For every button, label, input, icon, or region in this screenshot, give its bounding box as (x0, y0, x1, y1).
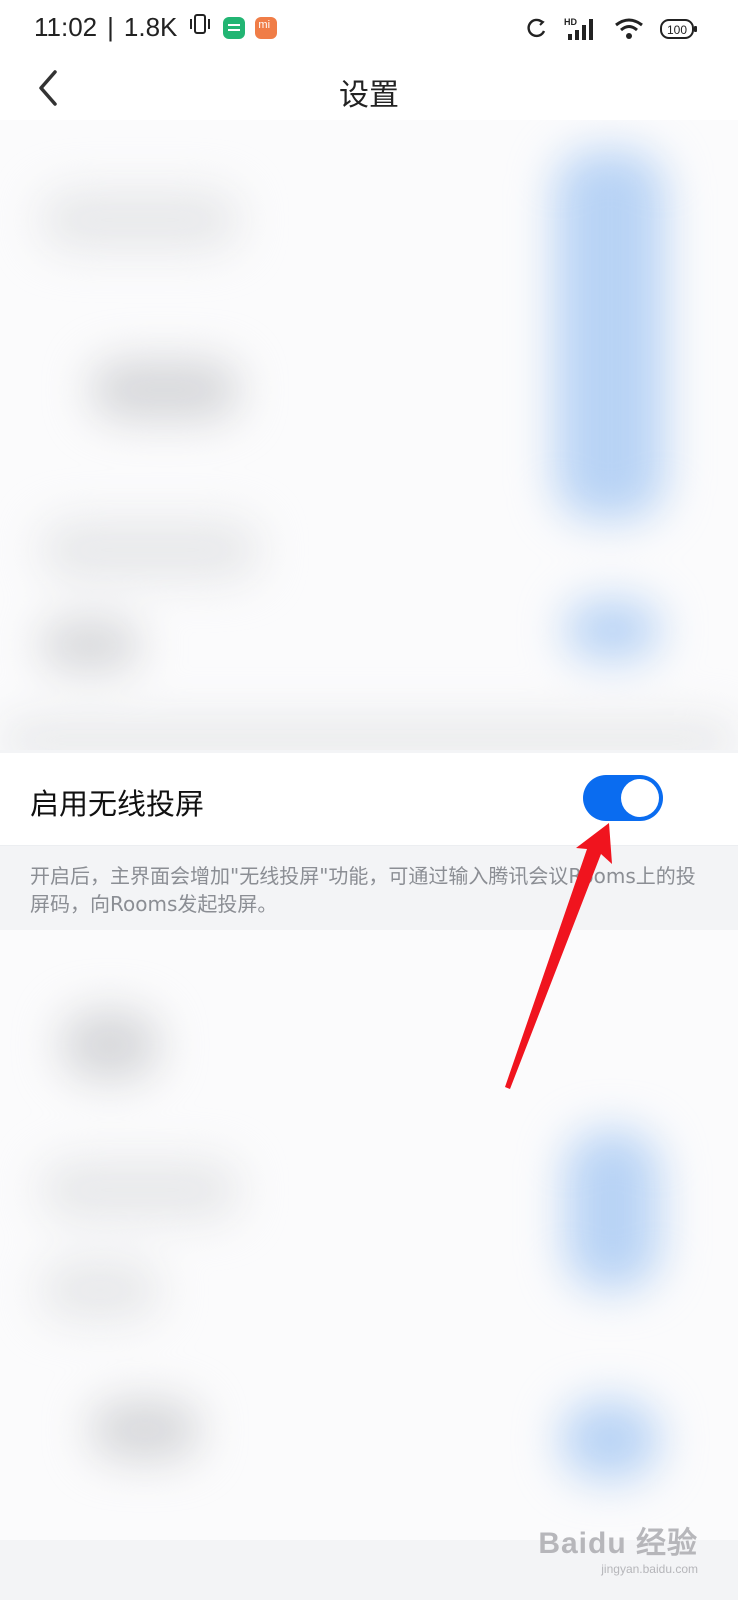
battery-icon: 100 (660, 17, 698, 45)
watermark-brand: Baidu 经验 (538, 1527, 698, 1560)
status-time: 11:02 (34, 12, 98, 42)
wifi-icon (614, 17, 644, 45)
wireless-cast-toggle[interactable] (583, 775, 663, 821)
wireless-cast-description: 开启后，主界面会增加"无线投屏"功能，可通过输入腾讯会议Rooms上的投屏码，向… (30, 864, 696, 916)
nav-header: 设置 (0, 58, 738, 120)
toggle-knob (621, 779, 659, 817)
hd-badge: HD (564, 17, 577, 27)
green-app-icon (223, 16, 246, 39)
wireless-cast-label: 启用无线投屏 (30, 787, 205, 821)
status-bar: 11:02 | 1.8K HD (0, 0, 738, 58)
signal-icon: HD (564, 16, 598, 46)
blurred-settings-bottom (0, 930, 738, 1540)
xiaomi-app-icon (255, 16, 278, 39)
network-speed: 1.8K (123, 12, 178, 42)
page-title: 设置 (339, 78, 399, 113)
status-bar-right: HD 100 (526, 16, 698, 46)
sync-icon (526, 17, 548, 45)
watermark-url: jingyan.baidu.com (601, 1562, 698, 1576)
wireless-cast-row: 启用无线投屏 (0, 753, 738, 846)
status-bar-left: 11:02 | 1.8K (34, 12, 278, 43)
baidu-watermark: Baidu 经验 jingyan.baidu.com (538, 1518, 698, 1576)
vibrate-icon (187, 12, 213, 43)
status-separator: | (107, 12, 114, 42)
blurred-settings-top (0, 120, 738, 750)
battery-level: 100 (667, 23, 687, 37)
